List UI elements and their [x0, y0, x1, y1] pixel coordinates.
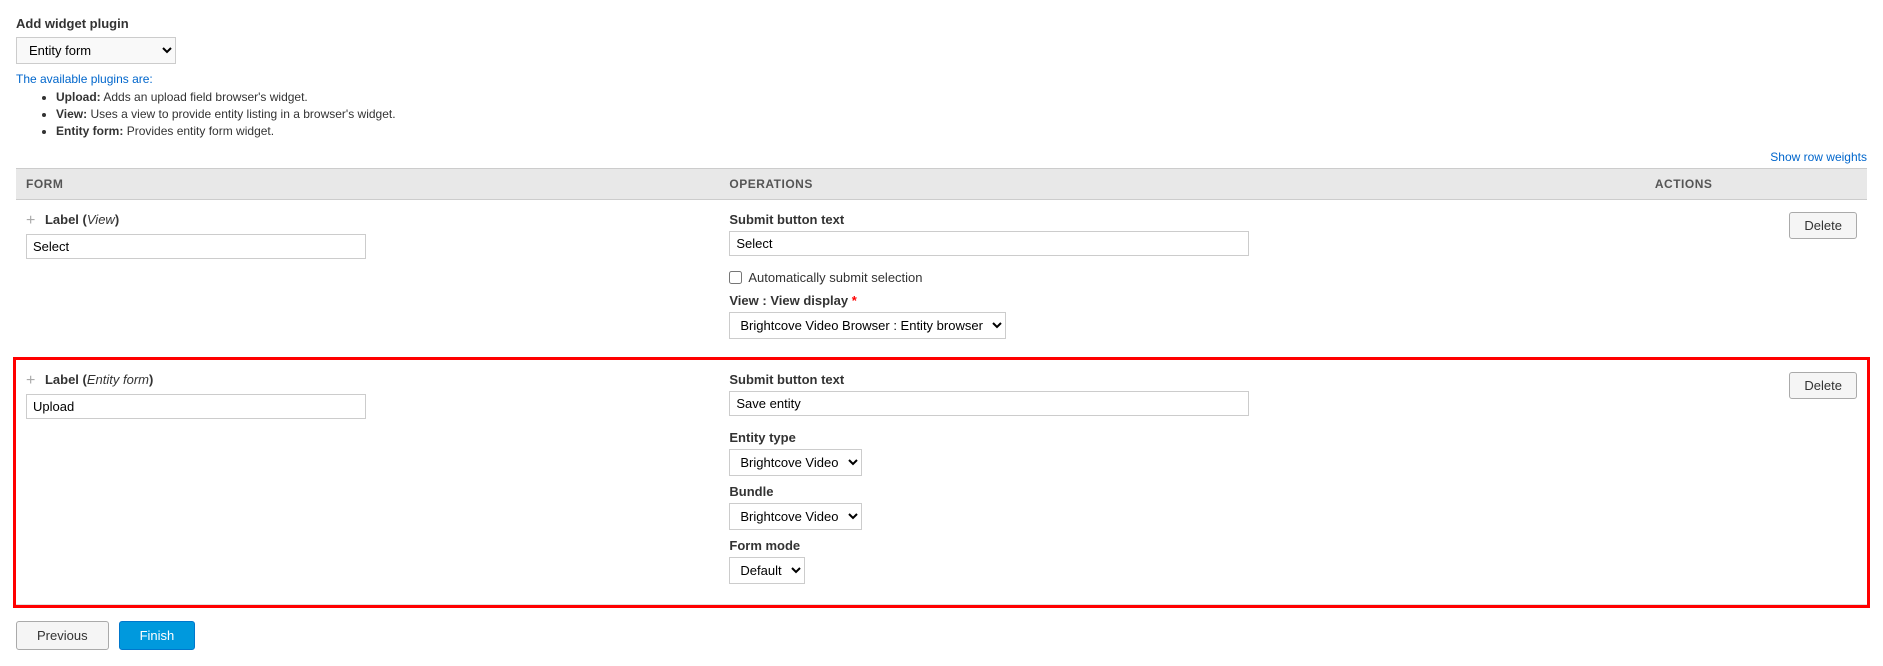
actions-col-row2: Delete [1645, 360, 1867, 605]
col-form: FORM [16, 169, 719, 200]
row1-view-display-group: View : View display * Brightcove Video B… [729, 293, 1635, 339]
plugin-entity-form-desc: Provides entity form widget. [127, 124, 274, 138]
row2-form-mode-label: Form mode [729, 538, 1635, 553]
plugin-select-wrapper: Entity form [16, 37, 1867, 64]
row2-bundle-label: Bundle [729, 484, 1635, 499]
ops-col-row2: Submit button text Entity type Brightcov… [719, 360, 1645, 605]
row1-submit-group: Submit button text [729, 212, 1635, 262]
row1-input[interactable] [26, 234, 366, 259]
row1-auto-submit-group: Automatically submit selection [729, 270, 1635, 285]
available-plugins-intro: The available plugins are: [16, 72, 1867, 86]
drag-handle-row1[interactable]: + [26, 212, 35, 230]
show-row-weights-container: Show row weights [16, 150, 1867, 164]
row1-label-type: View [87, 212, 115, 227]
row1-required-star: * [852, 293, 857, 308]
row2-label: Label (Entity form) [45, 372, 153, 387]
row2-bundle-group: Bundle Brightcove Video [729, 484, 1635, 530]
actions-col-row1: Delete [1645, 200, 1867, 360]
form-col-row2: + Label (Entity form) [16, 360, 719, 605]
plugin-upload: Upload: Adds an upload field browser's w… [56, 90, 1867, 104]
table-row-highlighted: + Label (Entity form) Submit button text… [16, 360, 1867, 605]
plugins-list: Upload: Adds an upload field browser's w… [16, 90, 1867, 138]
plugin-view-desc: Uses a view to provide entity listing in… [90, 107, 395, 121]
row2-submit-label: Submit button text [729, 372, 1635, 387]
finish-button[interactable]: Finish [119, 621, 196, 650]
row2-form-mode-select[interactable]: Default [729, 557, 805, 584]
ops-col-row1: Submit button text Automatically submit … [719, 200, 1645, 360]
widget-table: FORM OPERATIONS ACTIONS + Label (View) S… [16, 168, 1867, 605]
plugin-view-name: View: [56, 107, 87, 121]
row2-submit-group: Submit button text [729, 372, 1635, 422]
row2-entity-type-label: Entity type [729, 430, 1635, 445]
row1-auto-submit-checkbox[interactable] [729, 271, 742, 284]
row2-entity-type-select[interactable]: Brightcove Video [729, 449, 862, 476]
row2-submit-input[interactable] [729, 391, 1249, 416]
col-operations: OPERATIONS [719, 169, 1645, 200]
add-widget-section: Add widget plugin Entity form The availa… [16, 16, 1867, 138]
plugin-entity-form: Entity form: Provides entity form widget… [56, 124, 1867, 138]
row2-entity-type-group: Entity type Brightcove Video [729, 430, 1635, 476]
row1-submit-input[interactable] [729, 231, 1249, 256]
col-actions: ACTIONS [1645, 169, 1867, 200]
form-col-row1: + Label (View) [16, 200, 719, 360]
plugin-upload-name: Upload: [56, 90, 101, 104]
table-row: + Label (View) Submit button text Automa… [16, 200, 1867, 360]
row1-auto-submit-label: Automatically submit selection [748, 270, 922, 285]
plugin-select[interactable]: Entity form [16, 37, 176, 64]
bottom-buttons: Previous Finish [16, 621, 1867, 650]
previous-button[interactable]: Previous [16, 621, 109, 650]
drag-handle-row2[interactable]: + [26, 372, 35, 390]
row1-label: Label (View) [45, 212, 119, 227]
row1-submit-label: Submit button text [729, 212, 1635, 227]
row2-form-mode-group: Form mode Default [729, 538, 1635, 584]
plugin-view: View: Uses a view to provide entity list… [56, 107, 1867, 121]
row2-input[interactable] [26, 394, 366, 419]
row2-label-type: Entity form [87, 372, 149, 387]
row1-view-display-label: View : View display * [729, 293, 1635, 308]
add-widget-title: Add widget plugin [16, 16, 1867, 31]
row2-delete-button[interactable]: Delete [1789, 372, 1857, 399]
row1-delete-button[interactable]: Delete [1789, 212, 1857, 239]
plugin-entity-form-name: Entity form: [56, 124, 123, 138]
plugin-upload-desc: Adds an upload field browser's widget. [103, 90, 307, 104]
row1-view-display-select[interactable]: Brightcove Video Browser : Entity browse… [729, 312, 1006, 339]
row2-bundle-select[interactable]: Brightcove Video [729, 503, 862, 530]
show-row-weights-link[interactable]: Show row weights [1770, 150, 1867, 164]
table-header-row: FORM OPERATIONS ACTIONS [16, 169, 1867, 200]
